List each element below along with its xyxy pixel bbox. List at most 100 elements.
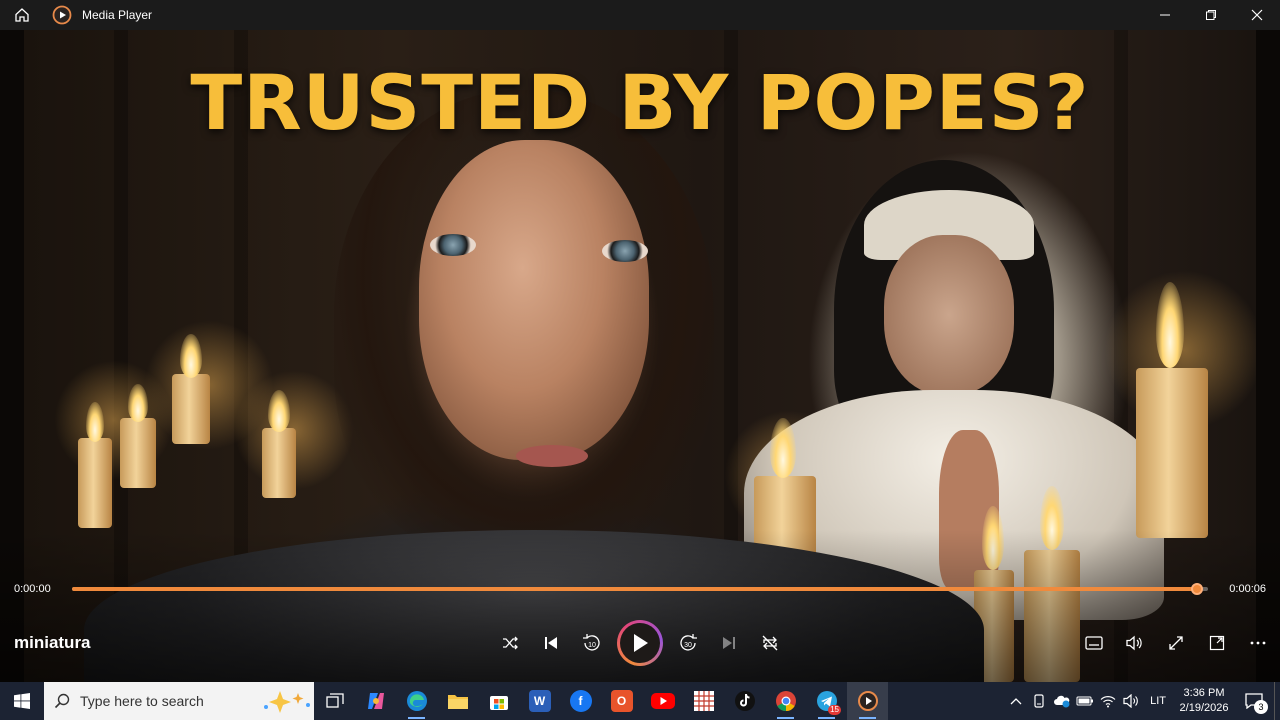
next-button[interactable]: [712, 626, 746, 660]
battery-tray[interactable]: [1073, 682, 1096, 720]
chevron-up-icon: [1010, 698, 1022, 705]
subtitles-icon: [1085, 636, 1103, 650]
maximize-button[interactable]: [1188, 0, 1234, 30]
show-desktop-button[interactable]: [1274, 682, 1280, 720]
person-face: [419, 140, 649, 460]
home-button[interactable]: [0, 0, 44, 30]
sparkle-icon: [264, 691, 310, 713]
battery-icon: [1076, 696, 1093, 706]
clock-time: 3:36 PM: [1183, 687, 1225, 699]
rewind-10-icon: 10: [583, 634, 600, 651]
previous-button[interactable]: [534, 626, 568, 660]
current-time: 0:00:00: [14, 583, 51, 595]
office-icon: O: [610, 690, 633, 712]
calendar-app[interactable]: [683, 682, 724, 720]
microsoft-store-app[interactable]: [478, 682, 519, 720]
play-icon: [634, 634, 648, 652]
wifi-icon: [1100, 695, 1116, 707]
rewind-label: 10: [588, 642, 596, 649]
window-title: Media Player: [82, 8, 153, 22]
tiktok-app[interactable]: [724, 682, 765, 720]
fullscreen-button[interactable]: [1159, 626, 1193, 660]
youtube-app[interactable]: [642, 682, 683, 720]
task-view-button[interactable]: [314, 682, 355, 720]
maximize-icon: [1206, 10, 1216, 20]
close-button[interactable]: [1234, 0, 1280, 30]
clock[interactable]: 3:36 PM 2/19/2026: [1174, 686, 1234, 716]
system-tray: LIT 3:36 PM 2/19/2026 3: [1004, 682, 1280, 720]
media-player-logo-icon: [52, 5, 72, 25]
speaker-icon: [1122, 694, 1138, 708]
telegram-badge: 15: [828, 705, 841, 715]
task-view-icon: [325, 693, 344, 708]
search-placeholder: Type here to search: [80, 693, 204, 709]
forward-30-button[interactable]: 30: [671, 626, 705, 660]
shuffle-icon: [503, 636, 518, 650]
search-icon: [54, 693, 70, 709]
youtube-icon: [650, 693, 675, 709]
notification-center-button[interactable]: 3: [1234, 682, 1274, 720]
close-icon: [1251, 9, 1263, 21]
folder-icon: [447, 695, 468, 709]
edge-app[interactable]: [396, 682, 437, 720]
phone-link-tray[interactable]: [1027, 682, 1050, 720]
rewind-10-button[interactable]: 10: [575, 626, 609, 660]
taskbar: Type here to search W f O 15 LIT 3:36 PM…: [0, 682, 1280, 720]
chrome-icon: [775, 691, 796, 712]
seek-thumb[interactable]: [1190, 583, 1203, 595]
previous-icon: [545, 637, 557, 649]
total-time: 0:00:06: [1229, 583, 1266, 595]
volume-button[interactable]: [1117, 626, 1151, 660]
repeat-button[interactable]: [753, 626, 787, 660]
media-player-taskbar-app[interactable]: [847, 682, 888, 720]
clock-date: 2/19/2026: [1179, 702, 1229, 714]
media-player-window: Media Player TRUSTED BY POPES? 0:00:00 0…: [0, 0, 1280, 720]
video-area[interactable]: TRUSTED BY POPES? 0:00:00 0:00:06 miniat…: [0, 30, 1280, 682]
copilot-app[interactable]: [355, 682, 396, 720]
next-icon: [723, 637, 735, 649]
notification-count: 3: [1254, 700, 1268, 714]
forward-30-icon: 30: [680, 634, 697, 651]
onedrive-tray[interactable]: [1050, 682, 1073, 720]
store-icon: [489, 696, 508, 710]
fullscreen-icon: [1169, 636, 1183, 650]
cloud-icon: [1053, 695, 1070, 708]
subtitles-button[interactable]: [1077, 626, 1111, 660]
minimize-icon: [1160, 14, 1170, 16]
calendar-grid-icon: [693, 691, 714, 711]
word-app[interactable]: W: [519, 682, 560, 720]
volume-icon: [1126, 635, 1142, 651]
forward-label: 30: [684, 642, 692, 649]
video-title: miniatura: [14, 633, 91, 652]
miniplayer-icon: [1209, 635, 1225, 651]
show-hidden-icons-button[interactable]: [1004, 682, 1027, 720]
repeat-icon: [762, 635, 778, 651]
more-icon: [1250, 641, 1266, 645]
more-options-button[interactable]: [1241, 626, 1275, 660]
facebook-app[interactable]: f: [560, 682, 601, 720]
edge-icon: [406, 691, 427, 711]
title-bar: Media Player: [0, 0, 1280, 30]
office-app[interactable]: O: [601, 682, 642, 720]
file-explorer-app[interactable]: [437, 682, 478, 720]
facebook-icon: f: [569, 690, 592, 712]
video-headline-text: TRUSTED BY POPES?: [190, 58, 1090, 147]
chrome-app[interactable]: [765, 682, 806, 720]
taskbar-search[interactable]: Type here to search: [44, 682, 314, 720]
media-player-icon: [857, 691, 878, 711]
wifi-tray[interactable]: [1096, 682, 1119, 720]
minimize-button[interactable]: [1142, 0, 1188, 30]
volume-tray[interactable]: [1119, 682, 1142, 720]
shuffle-button[interactable]: [493, 626, 527, 660]
start-button[interactable]: [0, 682, 44, 720]
miniplayer-button[interactable]: [1200, 626, 1234, 660]
windows-logo-icon: [14, 693, 30, 709]
play-button[interactable]: [617, 620, 663, 666]
phone-icon: [1033, 694, 1044, 708]
seek-progress: [72, 587, 1197, 591]
seek-bar[interactable]: [72, 583, 1208, 595]
telegram-app[interactable]: 15: [806, 682, 847, 720]
home-icon: [15, 8, 29, 22]
word-icon: W: [528, 690, 551, 712]
language-indicator[interactable]: LIT: [1142, 682, 1174, 720]
